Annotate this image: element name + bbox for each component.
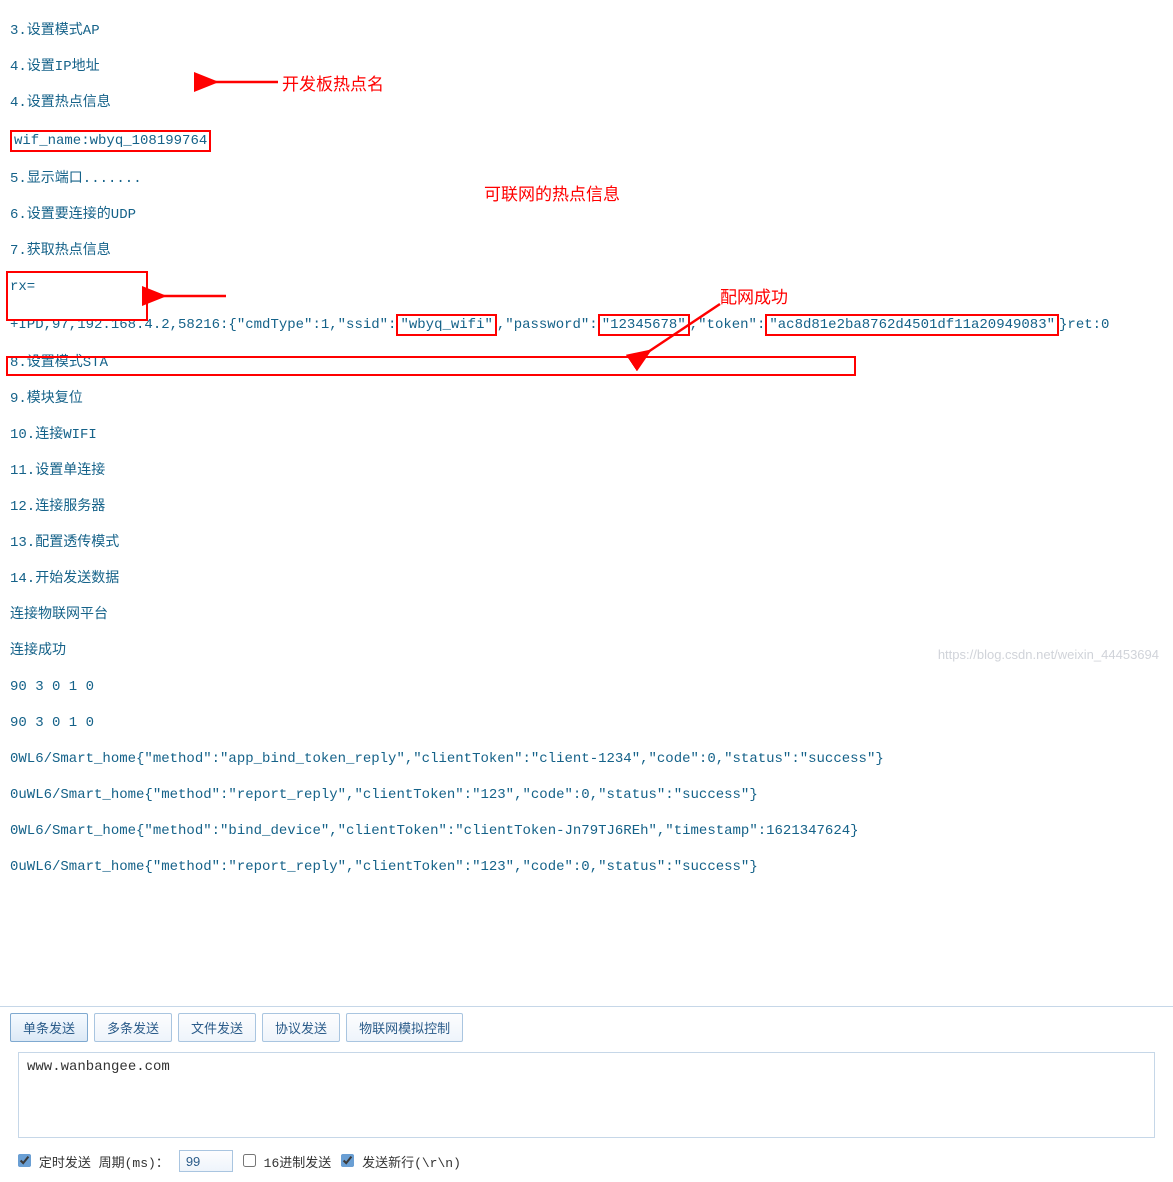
log-line: rx=: [10, 278, 1163, 296]
log-line: 90 3 0 1 0: [10, 678, 1163, 696]
timed-send-checkbox[interactable]: [18, 1154, 31, 1167]
log-line: 7.获取热点信息: [10, 242, 1163, 260]
log-line: 90 3 0 1 0: [10, 714, 1163, 732]
ipd-line: +IPD,97,192.168.4.2,58216:{"cmdType":1,"…: [10, 314, 1163, 336]
ssid-box: "wbyq_wifi": [396, 314, 496, 336]
wifi-name-box: wif_name:wbyq_108199764: [10, 130, 211, 152]
hex-send-checkbox[interactable]: [243, 1154, 256, 1167]
tab-iot-sim[interactable]: 物联网模拟控制: [346, 1013, 463, 1042]
resp-line: 0uWL6/Smart_home{"method":"report_reply"…: [10, 786, 1163, 804]
resp-line: 0WL6/Smart_home{"method":"app_bind_token…: [10, 750, 1163, 768]
newline-checkbox[interactable]: [341, 1154, 354, 1167]
log-line: 3.设置模式AP: [10, 22, 1163, 40]
timed-send-option[interactable]: 定时发送 周期(ms)：: [18, 1152, 169, 1171]
token-box: "ac8d81e2ba8762d4501df11a20949083": [765, 314, 1059, 336]
resp-line: 0uWL6/Smart_home{"method":"report_reply"…: [10, 858, 1163, 876]
hex-send-option[interactable]: 16进制发送: [243, 1152, 331, 1171]
log-output: 3.设置模式AP 4.设置IP地址 4.设置热点信息 wif_name:wbyq…: [0, 0, 1173, 988]
log-line: 14.开始发送数据: [10, 570, 1163, 588]
newline-option[interactable]: 发送新行(\r\n): [341, 1152, 461, 1171]
resp-line: 0WL6/Smart_home{"method":"bind_device","…: [10, 822, 1163, 840]
period-input[interactable]: [179, 1150, 233, 1172]
log-line: 连接物联网平台: [10, 606, 1163, 624]
log-line: 5.显示端口.......: [10, 170, 1163, 188]
log-line: wif_name:wbyq_108199764: [10, 130, 1163, 152]
log-line: 12.连接服务器: [10, 498, 1163, 516]
log-line: 4.设置IP地址: [10, 58, 1163, 76]
tab-multi-send[interactable]: 多条发送: [94, 1013, 172, 1042]
tab-proto-send[interactable]: 协议发送: [262, 1013, 340, 1042]
send-tabs: 单条发送 多条发送 文件发送 协议发送 物联网模拟控制: [0, 1006, 1173, 1048]
password-box: "12345678": [598, 314, 690, 336]
log-line: 13.配置透传模式: [10, 534, 1163, 552]
log-line: 8.设置模式STA: [10, 354, 1163, 372]
tab-file-send[interactable]: 文件发送: [178, 1013, 256, 1042]
send-options: 定时发送 周期(ms)： 16进制发送 发送新行(\r\n): [0, 1146, 1173, 1182]
log-line: 4.设置热点信息: [10, 94, 1163, 112]
watermark: https://blog.csdn.net/weixin_44453694: [938, 647, 1159, 662]
send-textarea[interactable]: www.wanbangee.com: [18, 1052, 1155, 1138]
log-line: 11.设置单连接: [10, 462, 1163, 480]
log-line: 9.模块复位: [10, 390, 1163, 408]
tab-single-send[interactable]: 单条发送: [10, 1013, 88, 1042]
log-line: 10.连接WIFI: [10, 426, 1163, 444]
log-line: 6.设置要连接的UDP: [10, 206, 1163, 224]
